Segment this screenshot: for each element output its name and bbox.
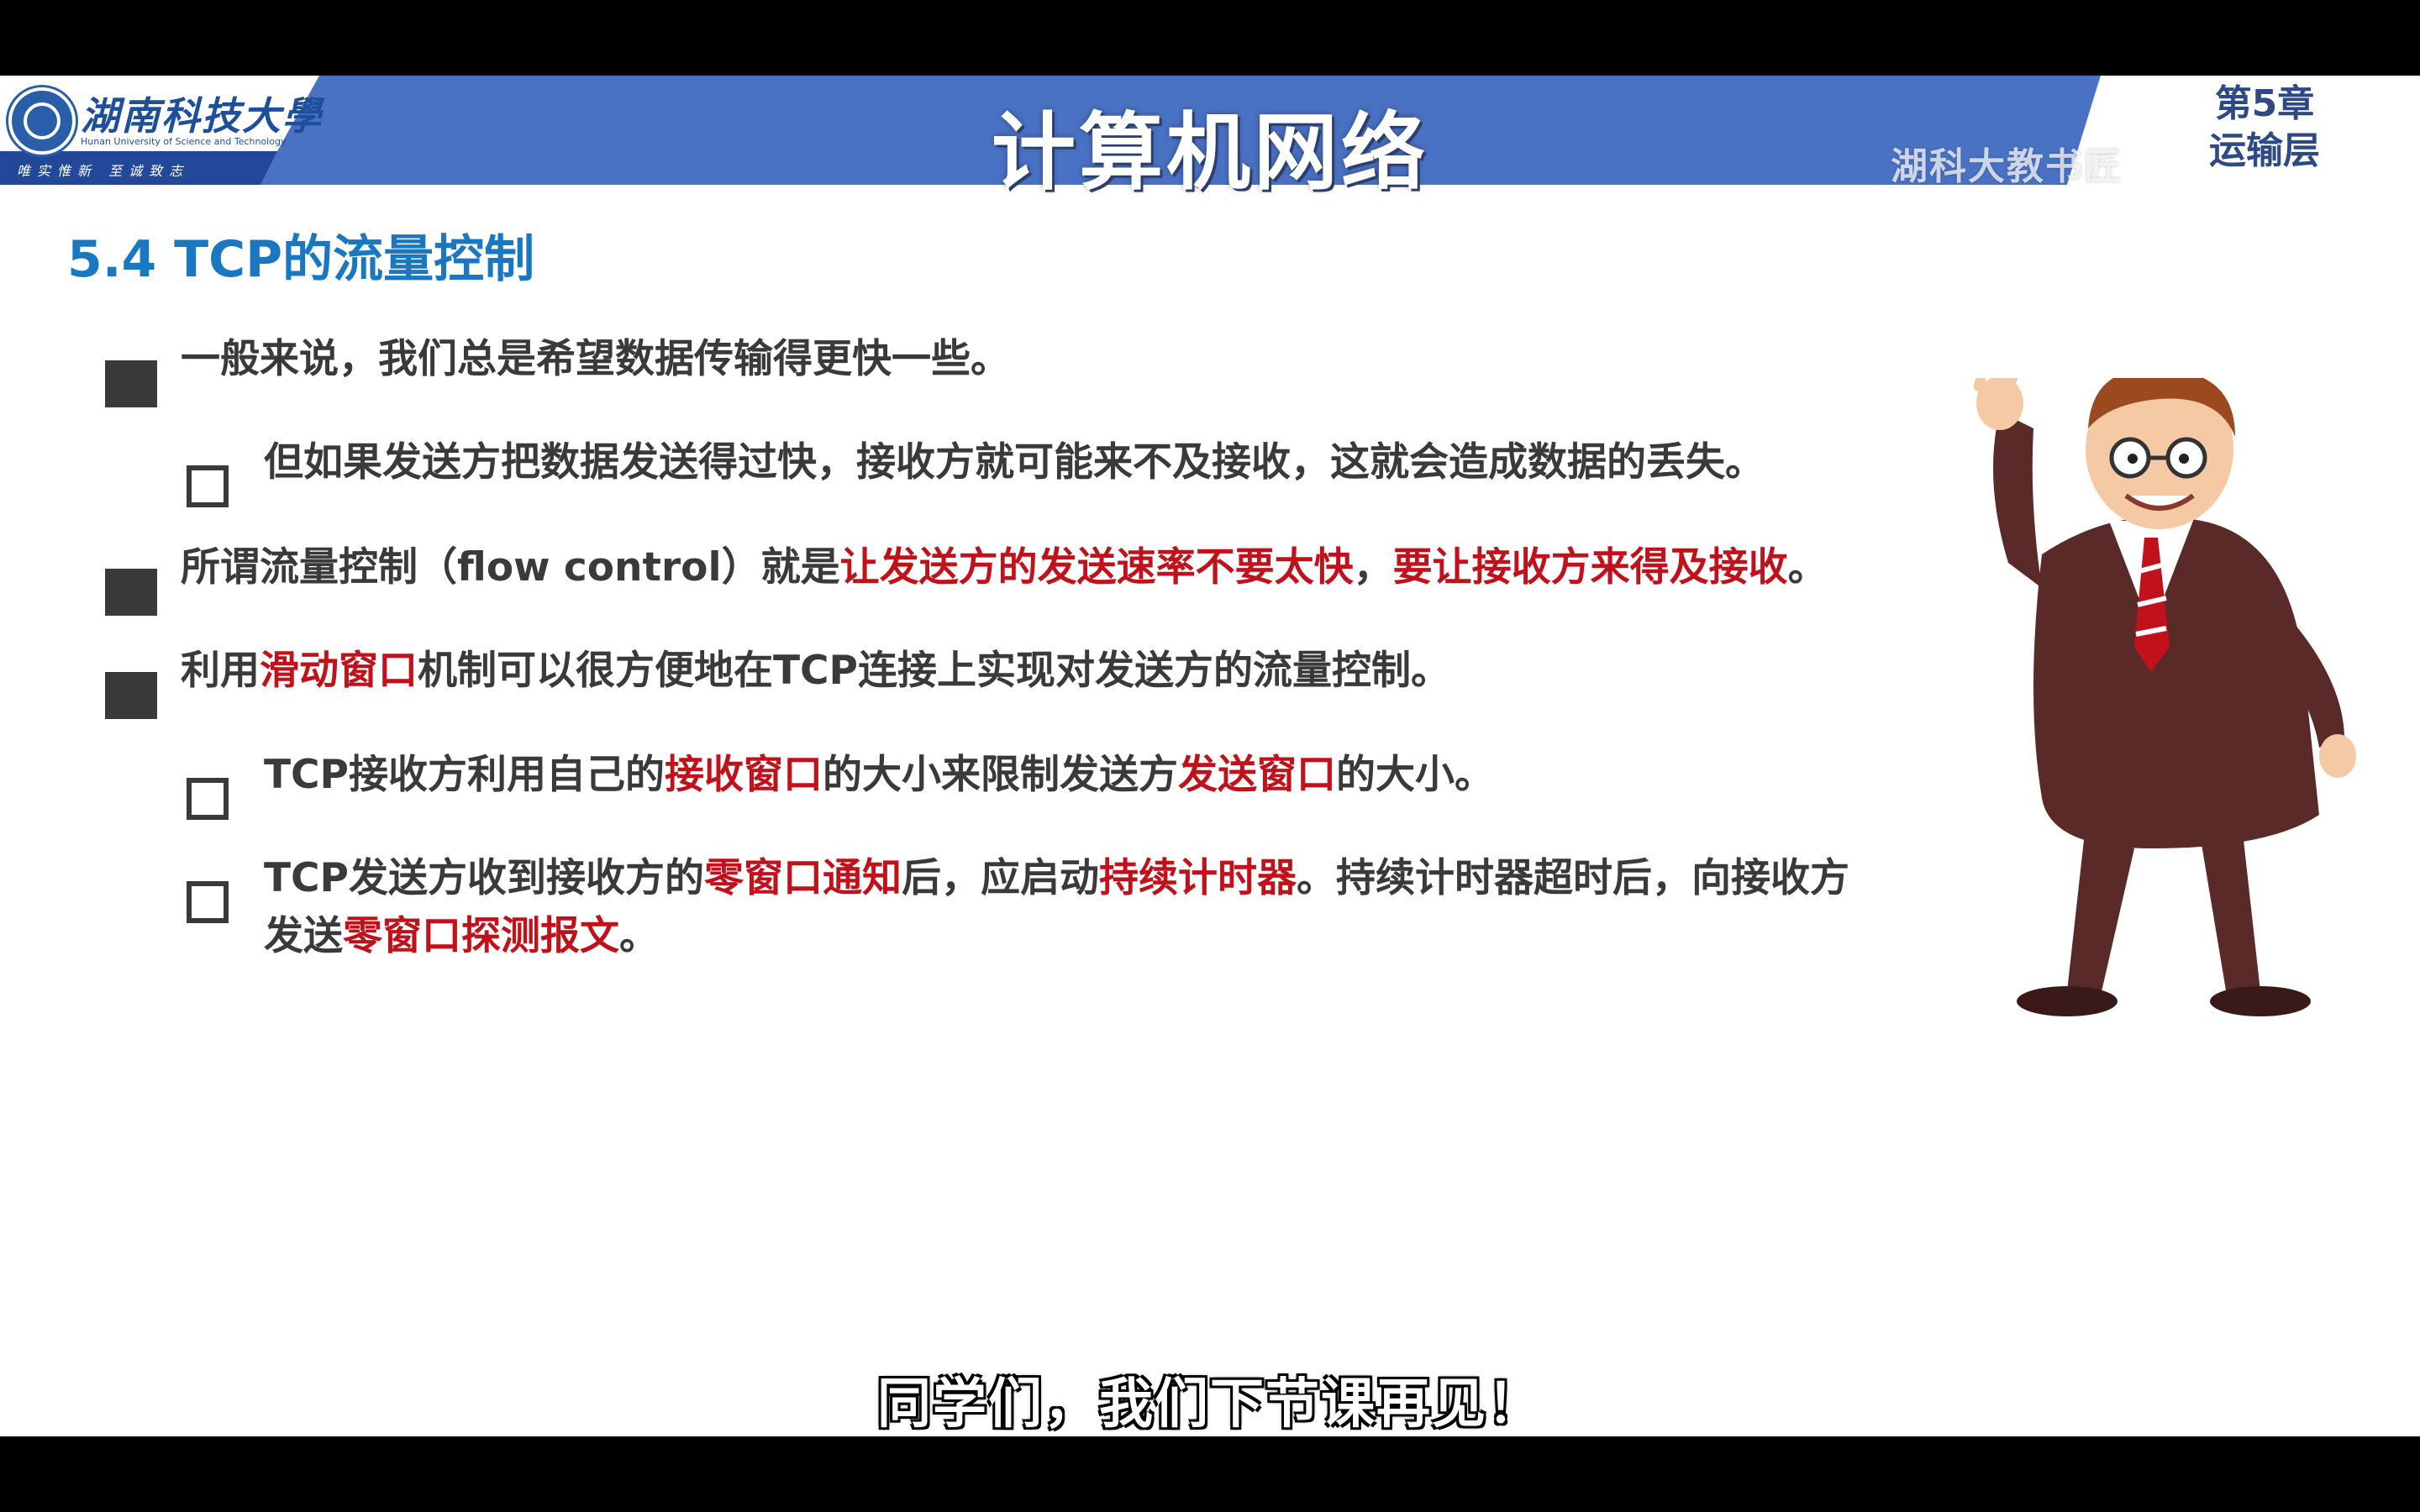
bullet-item: 一般来说，我们总是希望数据传输得更快一些。 — [181, 330, 1010, 389]
slide-header: 湖南科技大學 Hunan University of Science and T… — [0, 76, 2420, 202]
sub-bullet-item: TCP接收方利用自己的接收窗口的大小来限制发送方发送窗口的大小。 — [264, 746, 1494, 805]
bullet-text: 的大小。 — [1336, 752, 1494, 798]
chapter-number: 第5章 — [2214, 82, 2315, 125]
hollow-square-bullet-icon — [187, 778, 229, 820]
bullet-text: 发送 — [264, 913, 343, 959]
channel-watermark: 湖科大教书匠 — [1891, 145, 2123, 188]
bullet-text: 一般来说，我们总是希望数据传输得更快一些。 — [181, 336, 1010, 382]
university-motto: 唯实惟新 至诚致志 — [17, 163, 190, 179]
bullet-text: 的大小来限制发送方 — [823, 752, 1178, 798]
bullet-item: 所谓流量控制（flow control）就是让发送方的发送速率不要太快，要让接收… — [181, 538, 1828, 597]
video-subtitle: 同学们，我们下节课再见！ — [877, 1373, 1543, 1436]
hollow-square-bullet-icon — [187, 465, 229, 507]
highlighted-text: 发送窗口 — [1178, 752, 1336, 798]
sub-bullet-item: 但如果发送方把数据发送得过快，接收方就可能来不及接收，这就会造成数据的丢失。 — [264, 433, 1765, 492]
university-name-en: Hunan University of Science and Technolo… — [81, 136, 287, 147]
highlighted-text: 零窗口探测报文 — [343, 913, 619, 959]
highlighted-text: 接收窗口 — [665, 752, 823, 798]
university-name-cn: 湖南科技大學 — [81, 93, 323, 139]
bullet-text: 但如果发送方把数据发送得过快，接收方就可能来不及接收，这就会造成数据的丢失。 — [264, 439, 1765, 486]
highlighted-text: 滑动窗口 — [260, 648, 418, 694]
university-emblem-icon — [8, 87, 76, 155]
chapter-name: 运输层 — [2209, 129, 2320, 172]
lecture-slide: 湖南科技大學 Hunan University of Science and T… — [0, 76, 2420, 1436]
bullet-text: 利用 — [181, 648, 260, 694]
bullet-text: 。持续计时器超时后，向接收方 — [1297, 855, 1849, 901]
bullet-text: ， — [1353, 544, 1393, 591]
bullet-text: 。 — [619, 913, 659, 959]
highlighted-text: 持续计时器 — [1099, 855, 1297, 901]
section-heading: 5.4 TCP的流量控制 — [67, 230, 535, 289]
filled-square-bullet-icon — [105, 569, 157, 616]
bullet-text: 。 — [1787, 544, 1828, 591]
bullet-item: 利用滑动窗口机制可以很方便地在TCP连接上实现对发送方的流量控制。 — [181, 642, 1450, 701]
filled-square-bullet-icon — [105, 360, 157, 407]
chapter-label: 第5章 运输层 — [2202, 81, 2328, 175]
highlighted-text: 要让接收方来得及接收 — [1392, 544, 1788, 591]
filled-square-bullet-icon — [105, 672, 157, 719]
bullet-text: 后，应启动 — [902, 855, 1099, 901]
sub-bullet-item: TCP发送方收到接收方的零窗口通知后，应启动持续计时器。持续计时器超时后，向接收… — [264, 849, 1849, 908]
course-title: 计算机网络 — [992, 103, 1428, 202]
university-logo: 湖南科技大學 Hunan University of Science and T… — [0, 76, 328, 185]
bullet-text: TCP发送方收到接收方的 — [264, 855, 704, 901]
sub-bullet-item: 发送零窗口探测报文。 — [264, 907, 659, 966]
bullet-text: TCP接收方利用自己的 — [264, 752, 665, 798]
bullet-text: 所谓流量控制（flow control）就是 — [181, 544, 840, 591]
waving-cartoon-teacher-icon — [1974, 378, 2356, 1016]
highlighted-text: 让发送方的发送速率不要太快 — [839, 544, 1354, 591]
hollow-square-bullet-icon — [187, 881, 229, 923]
highlighted-text: 零窗口通知 — [704, 855, 902, 901]
bullet-text: 机制可以很方便地在TCP连接上实现对发送方的流量控制。 — [418, 648, 1450, 694]
